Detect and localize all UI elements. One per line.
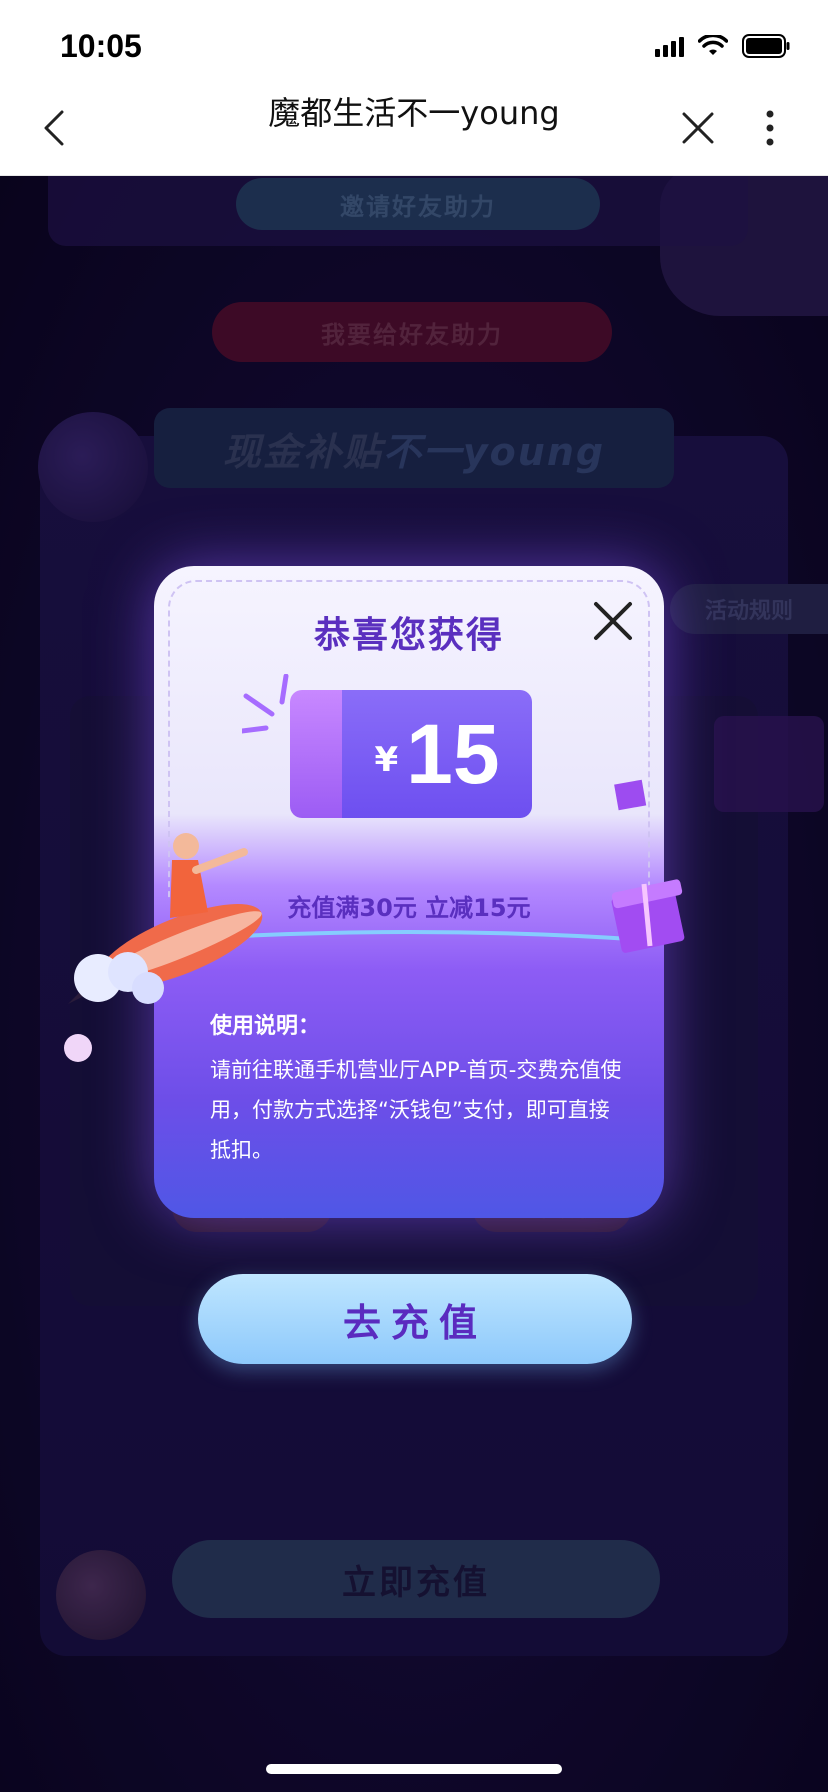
usage-text: 请前往联通手机营业厅APP-首页-交费充值使用，付款方式选择“沃钱包”支付，即可… [210,1058,622,1162]
go-recharge-button[interactable]: 去充值 [198,1274,632,1364]
wifi-icon [698,35,728,57]
signal-icon [655,35,684,57]
coupon-amount: 15 [406,706,500,801]
status-bar: 10:05 [0,0,828,80]
home-indicator [266,1764,562,1774]
modal-close-icon[interactable] [592,600,634,642]
nav-bar: 魔都生活不一young [0,80,828,176]
status-icons [655,34,790,58]
small-gift-icon [614,779,647,811]
battery-icon [742,34,790,58]
coupon-stub [290,690,346,818]
coupon-ticket: ¥ 15 [242,674,542,818]
coupon-body: ¥ 15 [342,690,532,818]
cloud-illustration [64,952,164,1062]
modal-title: 恭喜您获得 [313,615,504,656]
more-vertical-icon[interactable] [760,108,780,148]
close-icon[interactable] [680,110,716,146]
gift-box-icon [611,879,685,953]
coupon-currency: ¥ [374,740,399,780]
status-time: 10:05 [60,28,142,64]
